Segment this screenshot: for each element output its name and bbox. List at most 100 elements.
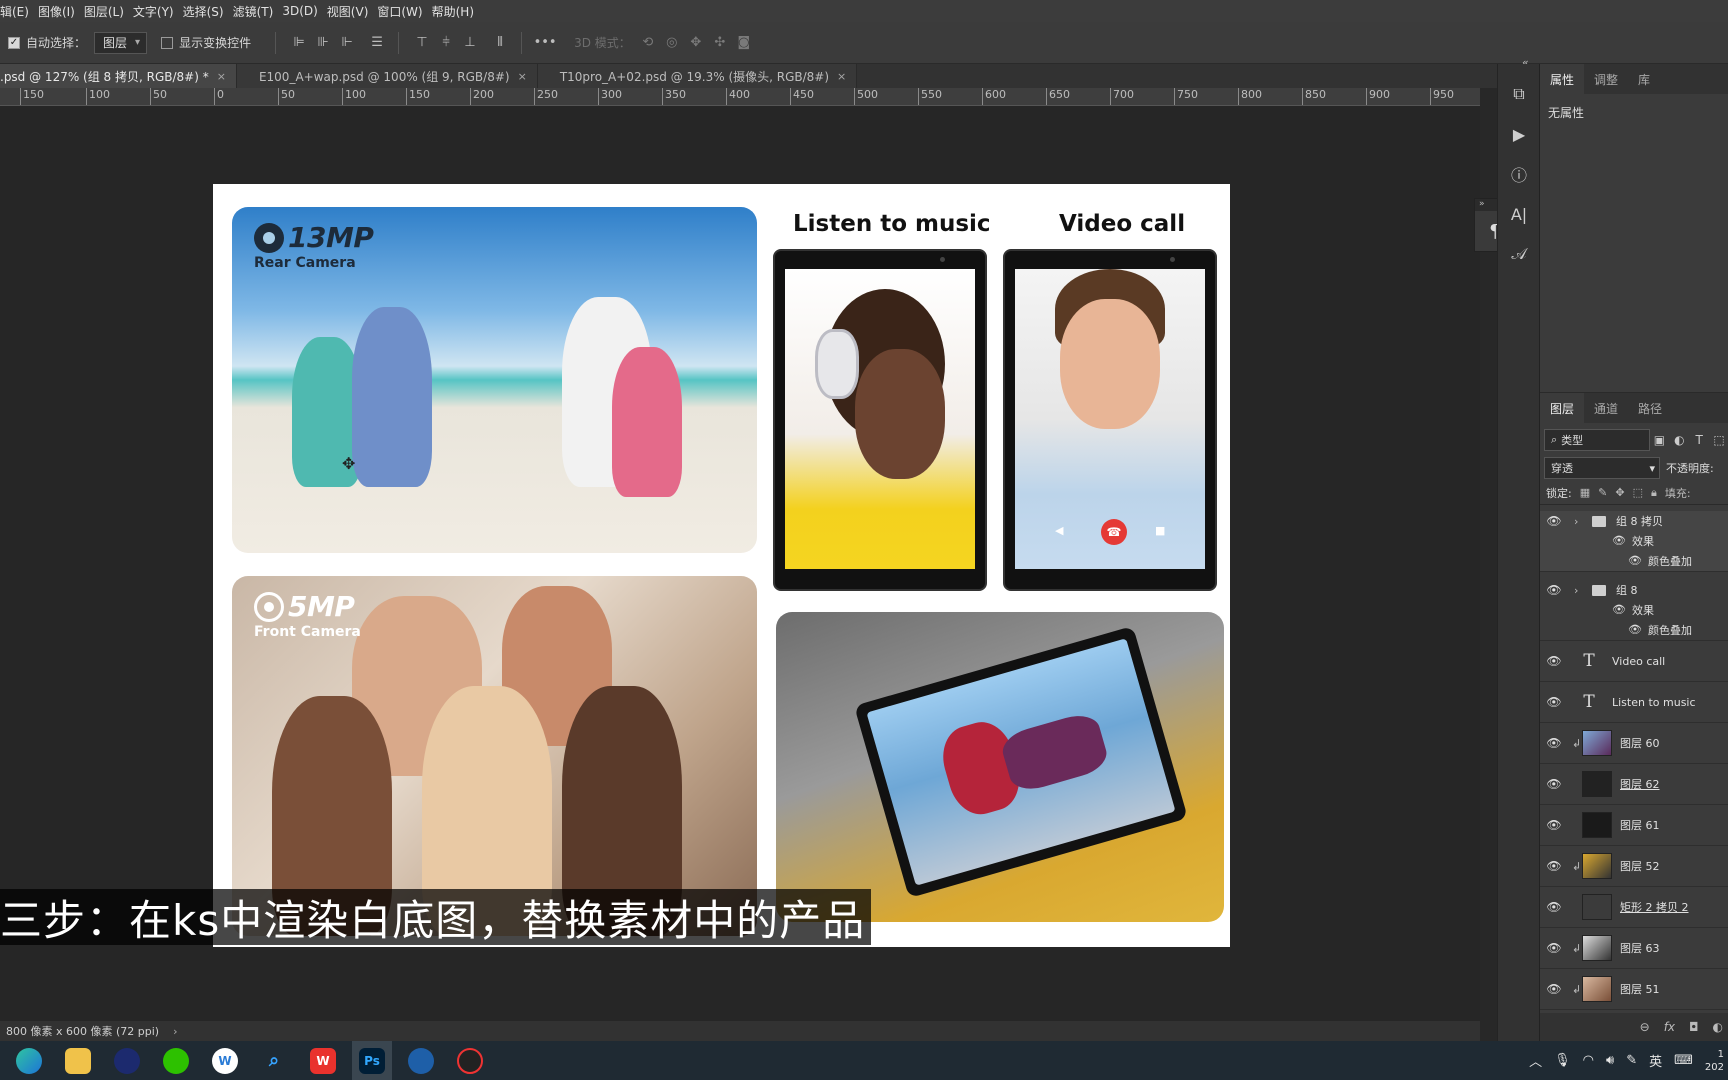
layer-effects-row[interactable]: 👁︎ 效果 [1540, 600, 1728, 619]
link-layers-icon[interactable]: ⊖ [1640, 1020, 1650, 1034]
front-camera-photo[interactable]: 5MP Front Camera [232, 576, 757, 936]
layer-text-video-call[interactable]: 👁︎ T Video call [1540, 641, 1728, 682]
tab-paths[interactable]: 路径 [1628, 393, 1672, 423]
clock[interactable]: 1 202 [1705, 1048, 1724, 1074]
tab-document-1[interactable]: .psd @ 127% (组 8 拷贝, RGB/8#) * × [0, 64, 237, 88]
distribute-vertical-icon[interactable]: ⫴ [489, 32, 511, 54]
history-icon[interactable]: ⧉ [1498, 74, 1540, 114]
character-icon[interactable]: A| [1498, 194, 1540, 234]
menu-help[interactable]: 帮助(H) [432, 3, 483, 20]
layer-effect-color-overlay[interactable]: 👁︎ 颜色叠加 [1540, 550, 1728, 572]
auto-select-option[interactable]: ✓ 自动选择： [8, 34, 86, 51]
actions-play-icon[interactable]: ▶ [1498, 114, 1540, 154]
blend-mode-dropdown[interactable]: 穿透 ▾ [1544, 457, 1660, 479]
tab-channels[interactable]: 通道 [1584, 393, 1628, 423]
align-center-icon[interactable]: ⊪ [312, 32, 334, 54]
visibility-eye-icon[interactable]: 👁︎ [1540, 818, 1568, 832]
tab-libraries[interactable]: 库 [1628, 64, 1660, 94]
tab-adjustments[interactable]: 调整 [1584, 64, 1628, 94]
chevron-right-icon[interactable]: › [1574, 584, 1588, 597]
3d-camera-icon[interactable]: ◙ [733, 32, 755, 54]
layer-filter-dropdown[interactable]: ⌕ 类型 [1544, 429, 1650, 451]
lock-transparent-icon[interactable]: ▦ [1580, 486, 1590, 499]
visibility-eye-icon[interactable]: 👁︎ [1540, 736, 1568, 750]
visibility-eye-icon[interactable]: 👁︎ [1540, 900, 1568, 914]
visibility-eye-icon[interactable]: 👁︎ [1628, 554, 1642, 567]
taskbar-explorer[interactable] [58, 1041, 98, 1080]
align-top-icon[interactable]: ⊤ [411, 32, 433, 54]
input-options-icon[interactable]: ⌨ [1674, 1053, 1693, 1068]
menu-image[interactable]: 图像(I) [38, 3, 84, 20]
artboard[interactable]: 13MP Rear Camera 5MP Front Camera Listen… [213, 184, 1230, 947]
align-left-icon[interactable]: ⊫ [288, 32, 310, 54]
shape-filter-icon[interactable]: ⬚ [1709, 433, 1728, 447]
close-icon[interactable]: × [837, 70, 846, 83]
tablet-video-call[interactable]: ☎ ◀ ■ [1003, 249, 1217, 591]
layer-image-63[interactable]: 👁︎ ↲ 图层 63 [1540, 928, 1728, 969]
layer-effect-color-overlay[interactable]: 👁︎ 颜色叠加 [1540, 619, 1728, 641]
adjustment-filter-icon[interactable]: ◐ [1669, 433, 1689, 447]
add-mask-icon[interactable]: ◘ [1689, 1020, 1699, 1034]
menu-3d[interactable]: 3D(D) [282, 4, 326, 18]
rear-camera-photo[interactable]: 13MP Rear Camera [232, 207, 757, 553]
close-icon[interactable]: × [217, 70, 226, 83]
menu-window[interactable]: 窗口(W) [377, 3, 431, 20]
auto-select-dropdown[interactable]: 图层 ▾ [94, 31, 148, 54]
close-icon[interactable]: × [518, 70, 527, 83]
layer-rectangle-2-copy-2[interactable]: 👁︎ 矩形 2 拷贝 2 [1540, 887, 1728, 928]
taskbar-recorder[interactable] [450, 1041, 490, 1080]
taskbar-cinema4d[interactable] [107, 1041, 147, 1080]
lock-pixels-icon[interactable]: ✎ [1598, 486, 1607, 499]
lock-position-icon[interactable]: ✥ [1615, 486, 1624, 499]
visibility-eye-icon[interactable]: 👁︎ [1540, 859, 1568, 873]
menu-edit[interactable]: 辑(E) [0, 3, 38, 20]
taskbar-photoshop[interactable]: Ps [352, 1041, 392, 1080]
show-transform-option[interactable]: 显示变换控件 [161, 34, 251, 51]
menu-type[interactable]: 文字(Y) [133, 3, 183, 20]
align-middle-icon[interactable]: ⫩ [435, 32, 457, 54]
layer-image-51[interactable]: 👁︎ ↲ 图层 51 [1540, 969, 1728, 1010]
visibility-eye-icon[interactable]: 👁︎ [1540, 514, 1568, 528]
layer-group-8-copy[interactable]: 👁︎ › 组 8 拷贝 [1540, 511, 1728, 531]
layer-text-listen-to-music[interactable]: 👁︎ T Listen to music [1540, 682, 1728, 723]
pen-icon[interactable]: ✎ [1626, 1053, 1637, 1068]
taskbar-wechat[interactable] [156, 1041, 196, 1080]
taskbar-edge[interactable] [9, 1041, 49, 1080]
3d-slide-icon[interactable]: ✣ [709, 32, 731, 54]
3d-roll-icon[interactable]: ◎ [661, 32, 683, 54]
menu-select[interactable]: 选择(S) [183, 3, 233, 20]
expand-icon[interactable]: » [1479, 199, 1485, 211]
chevron-right-icon[interactable]: › [173, 1025, 177, 1038]
type-filter-icon[interactable]: T [1689, 433, 1709, 447]
chevron-up-icon[interactable]: ︿ [1529, 1051, 1542, 1070]
layer-effects-row[interactable]: 👁︎ 效果 [1540, 531, 1728, 550]
menu-view[interactable]: 视图(V) [327, 3, 378, 20]
3d-orbit-icon[interactable]: ⟲ [637, 32, 659, 54]
layer-image-61[interactable]: 👁︎ 图层 61 [1540, 805, 1728, 846]
taskbar-search-app[interactable]: ⌕ [254, 1041, 294, 1080]
tab-document-2[interactable]: E100_A+wap.psd @ 100% (组 9, RGB/8#) × [236, 64, 538, 88]
align-bottom-icon[interactable]: ⊥ [459, 32, 481, 54]
more-options-icon[interactable]: ••• [534, 32, 557, 54]
tab-properties[interactable]: 属性 [1540, 64, 1585, 94]
microphone-icon[interactable]: 🎙︎ [1554, 1053, 1571, 1068]
visibility-eye-icon[interactable]: 👁︎ [1540, 654, 1568, 668]
visibility-eye-icon[interactable]: 👁︎ [1612, 534, 1626, 547]
taskbar-browser-w[interactable]: W [205, 1041, 245, 1080]
tablet-in-hands-photo[interactable] [776, 612, 1224, 922]
taskbar-wps[interactable]: W [303, 1041, 343, 1080]
menu-filter[interactable]: 滤镜(T) [233, 3, 283, 20]
visibility-eye-icon[interactable]: 👁︎ [1628, 623, 1642, 636]
3d-pan-icon[interactable]: ✥ [685, 32, 707, 54]
layer-image-52[interactable]: 👁︎ ↲ 图层 52 [1540, 846, 1728, 887]
layer-group-8[interactable]: 👁︎ › 组 8 [1540, 580, 1728, 600]
auto-select-checkbox[interactable]: ✓ [8, 36, 20, 49]
visibility-eye-icon[interactable]: 👁︎ [1540, 982, 1568, 996]
taskbar-keyshot[interactable] [401, 1041, 441, 1080]
align-right-icon[interactable]: ⊩ [336, 32, 358, 54]
chevron-right-icon[interactable]: › [1574, 515, 1588, 528]
show-transform-checkbox[interactable] [161, 36, 174, 49]
volume-icon[interactable]: 🔊︎ [1606, 1053, 1614, 1068]
menu-layer[interactable]: 图层(L) [84, 3, 133, 20]
image-filter-icon[interactable]: ▣ [1650, 433, 1670, 447]
